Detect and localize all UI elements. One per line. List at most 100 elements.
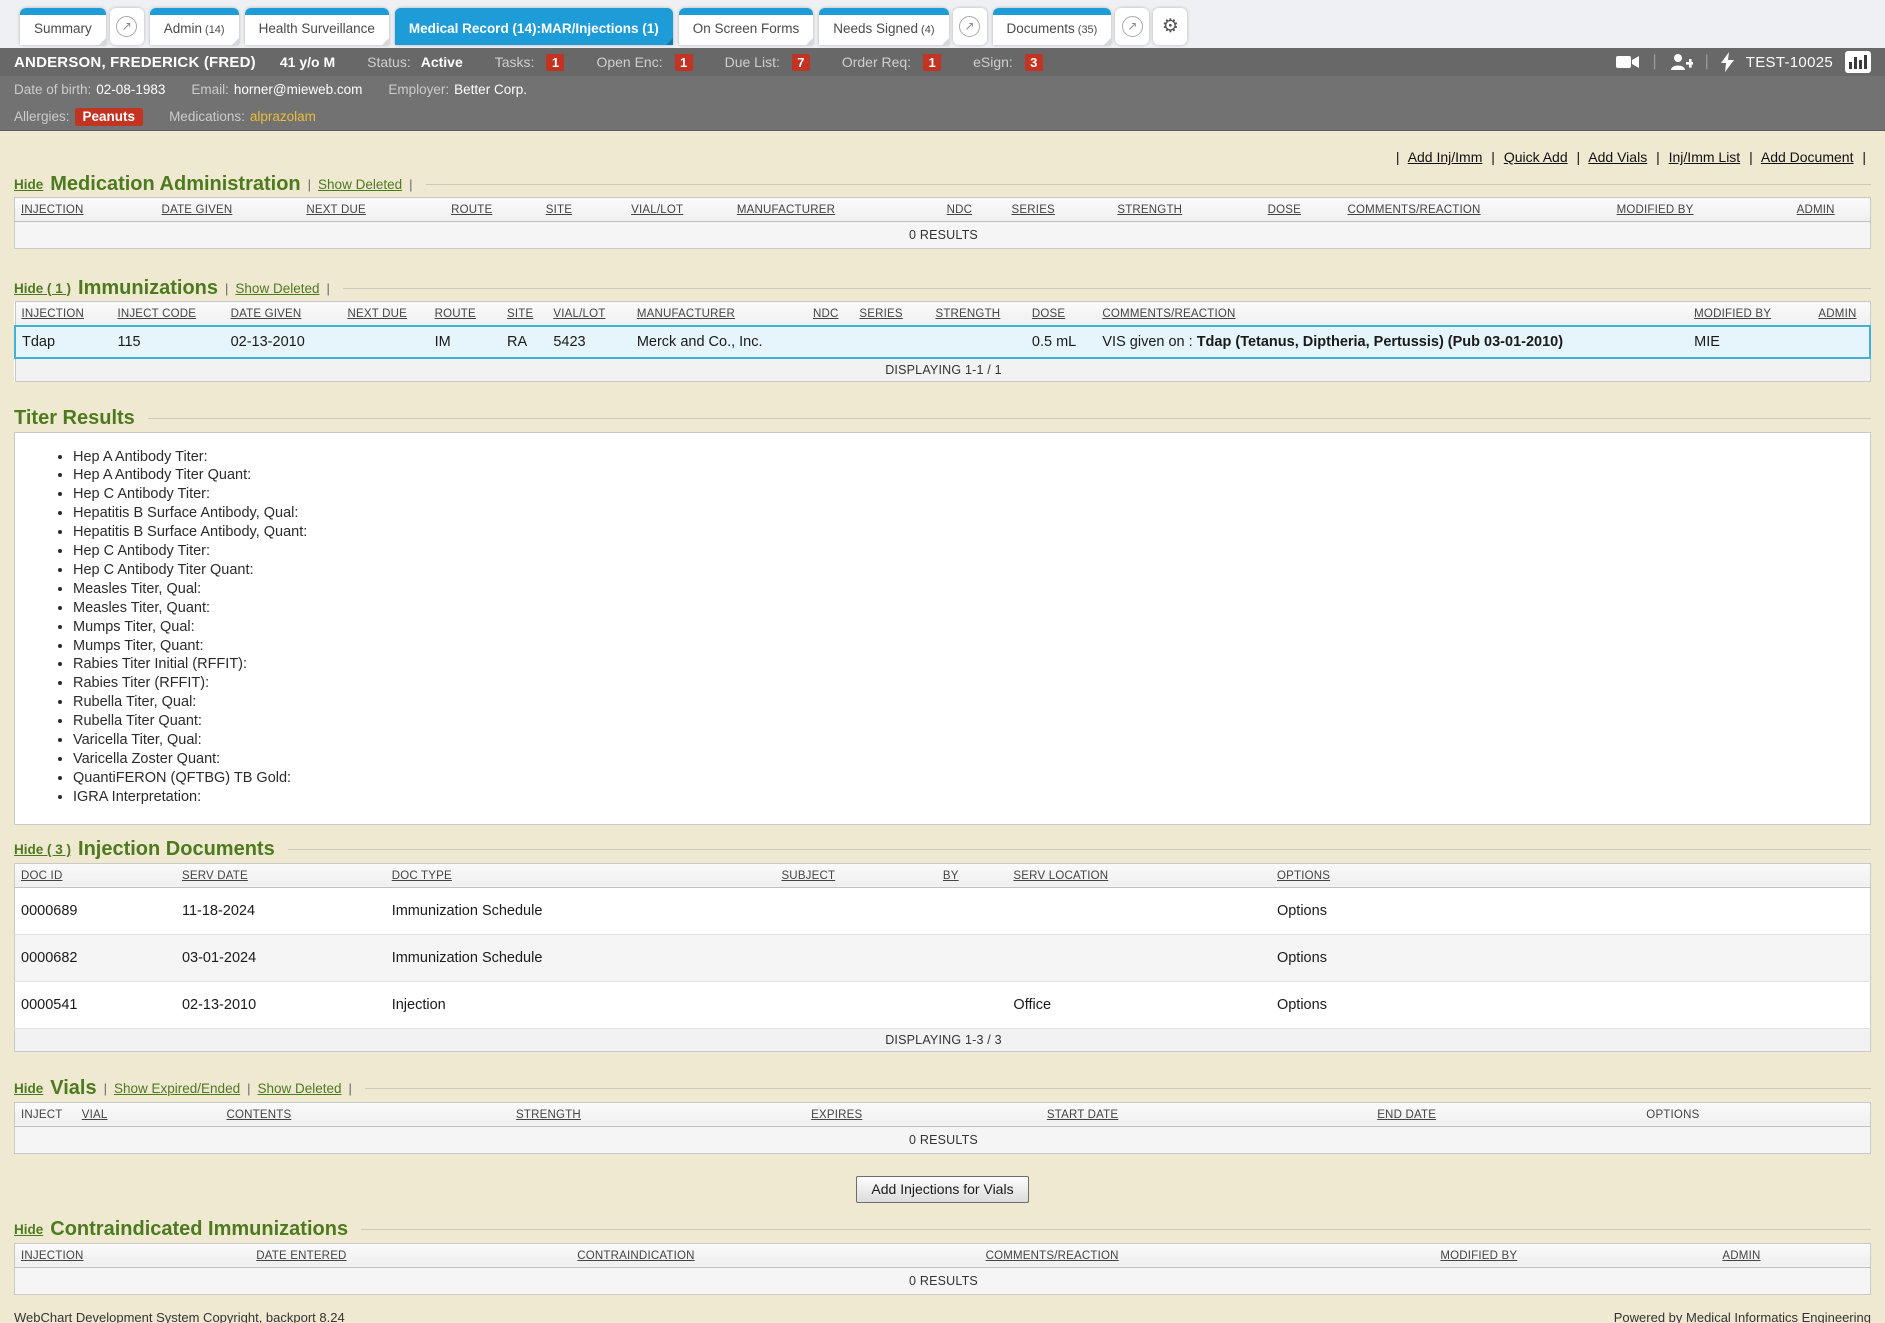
tasks-badge[interactable]: 1 (546, 54, 564, 71)
cell-strength (929, 326, 1025, 358)
gear-icon: ⚙ (1162, 17, 1179, 36)
column-header[interactable]: ROUTE (451, 204, 492, 216)
options-menu[interactable]: Options (1277, 997, 1327, 1013)
column-header[interactable]: END DATE (1377, 1109, 1436, 1121)
needs-signed-popout-button[interactable]: ↗ (953, 8, 987, 45)
add-person-icon[interactable] (1669, 53, 1693, 71)
column-header[interactable]: EXPIRES (811, 1109, 862, 1121)
due-list-badge[interactable]: 7 (792, 54, 810, 71)
column-header[interactable]: SITE (507, 308, 533, 320)
column-header[interactable]: MANUFACTURER (637, 308, 735, 320)
column-header[interactable]: ROUTE (435, 308, 476, 320)
allergy-badge[interactable]: Peanuts (75, 108, 144, 126)
column-header[interactable]: COMMENTS/REACTION (986, 1250, 1119, 1262)
column-header[interactable]: MODIFIED BY (1694, 308, 1771, 320)
inj-imm-list-link[interactable]: Inj/Imm List (1669, 149, 1741, 165)
column-header[interactable]: SITE (546, 204, 572, 216)
show-deleted-link[interactable]: Show Deleted (235, 281, 319, 296)
medications-value[interactable]: alprazolam (250, 109, 316, 124)
add-inj-imm-link[interactable]: Add Inj/Imm (1408, 149, 1483, 165)
column-header[interactable]: INJECTION (22, 308, 85, 320)
tab-needs-signed[interactable]: Needs Signed(4) (819, 8, 948, 45)
column-header[interactable]: STRENGTH (935, 308, 1000, 320)
hide-vials-link[interactable]: Hide (14, 1081, 43, 1096)
column-header[interactable]: ADMIN (1818, 308, 1856, 320)
document-row[interactable]: 0000689 11-18-2024 Immunization Schedule… (15, 887, 1871, 934)
column-header[interactable]: INJECT CODE (117, 308, 196, 320)
column-header[interactable]: DATE GIVEN (162, 204, 233, 216)
add-vials-link[interactable]: Add Vials (1588, 149, 1647, 165)
column-header[interactable]: NDC (947, 204, 973, 216)
column-header[interactable]: MODIFIED BY (1440, 1250, 1517, 1262)
column-header[interactable]: MANUFACTURER (737, 204, 835, 216)
column-header[interactable]: MODIFIED BY (1617, 204, 1694, 216)
summary-popout-button[interactable]: ↗ (110, 8, 144, 45)
column-header[interactable]: STRENGTH (1117, 204, 1182, 216)
document-row[interactable]: 0000541 02-13-2010 Injection Office Opti… (15, 981, 1871, 1028)
documents-popout-button[interactable]: ↗ (1115, 8, 1149, 45)
quick-add-link[interactable]: Quick Add (1504, 149, 1568, 165)
order-req-badge[interactable]: 1 (923, 54, 941, 71)
immunization-row-tdap[interactable]: Tdap 115 02-13-2010 IM RA 5423 Merck and… (15, 326, 1870, 358)
titer-item: QuantiFERON (QFTBG) TB Gold: (73, 769, 1860, 788)
column-header[interactable]: SERV DATE (182, 870, 248, 882)
tab-health-surveillance[interactable]: Health Surveillance (245, 8, 389, 45)
add-document-link[interactable]: Add Document (1761, 149, 1854, 165)
column-header[interactable]: CONTENTS (227, 1109, 292, 1121)
flowsheet-chart-icon[interactable] (1845, 51, 1871, 73)
open-enc-badge[interactable]: 1 (675, 54, 693, 71)
column-header[interactable]: CONTRAINDICATION (577, 1250, 694, 1262)
column-header[interactable]: SERIES (1012, 204, 1055, 216)
column-header[interactable]: VIAL (82, 1109, 108, 1121)
column-header[interactable]: SERV LOCATION (1013, 870, 1108, 882)
column-header[interactable]: NEXT DUE (306, 204, 366, 216)
tab-on-screen-forms[interactable]: On Screen Forms (679, 8, 814, 45)
tab-admin[interactable]: Admin(14) (150, 8, 239, 45)
show-deleted-link[interactable]: Show Deleted (318, 177, 402, 192)
tab-summary[interactable]: Summary (20, 8, 106, 45)
titer-item: IGRA Interpretation: (73, 788, 1860, 807)
cell-doc-id: 0000541 (15, 981, 176, 1028)
column-header[interactable]: INJECTION (21, 1250, 84, 1262)
column-header[interactable]: DOC TYPE (392, 870, 452, 882)
column-header[interactable]: VIAL/LOT (553, 308, 605, 320)
lightning-icon[interactable] (1721, 52, 1734, 72)
column-header[interactable]: DATE GIVEN (231, 308, 302, 320)
options-menu[interactable]: Options (1277, 903, 1327, 919)
column-header[interactable]: SUBJECT (781, 870, 835, 882)
add-injections-for-vials-button[interactable]: Add Injections for Vials (856, 1176, 1028, 1203)
column-header[interactable]: START DATE (1047, 1109, 1118, 1121)
column-header[interactable]: COMMENTS/REACTION (1102, 308, 1235, 320)
esign-badge[interactable]: 3 (1025, 54, 1043, 71)
tab-settings-button[interactable]: ⚙ (1153, 8, 1187, 45)
column-header[interactable]: DOC ID (21, 870, 62, 882)
video-camera-icon[interactable] (1616, 54, 1640, 70)
column-header[interactable]: COMMENTS/REACTION (1347, 204, 1480, 216)
section-title: Injection Documents (78, 838, 275, 861)
column-header[interactable]: DATE ENTERED (256, 1250, 346, 1262)
column-header[interactable]: BY (943, 870, 959, 882)
document-row[interactable]: 0000682 03-01-2024 Immunization Schedule… (15, 934, 1871, 981)
column-header[interactable]: DOSE (1032, 308, 1065, 320)
column-header[interactable]: ADMIN (1722, 1250, 1760, 1262)
titer-list: Hep A Antibody Titer: Hep A Antibody Tit… (73, 448, 1860, 807)
column-header[interactable]: STRENGTH (516, 1109, 581, 1121)
hide-medication-administration-link[interactable]: Hide (14, 177, 43, 192)
column-header[interactable]: ADMIN (1797, 204, 1835, 216)
hide-immunizations-link[interactable]: Hide ( 1 ) (14, 281, 71, 296)
hide-injection-documents-link[interactable]: Hide ( 3 ) (14, 842, 71, 857)
options-menu[interactable]: Options (1277, 950, 1327, 966)
column-header[interactable]: NDC (813, 308, 839, 320)
column-header[interactable]: DOSE (1268, 204, 1301, 216)
column-header[interactable]: VIAL/LOT (631, 204, 683, 216)
hide-contraindicated-link[interactable]: Hide (14, 1222, 43, 1237)
column-header[interactable]: NEXT DUE (347, 308, 407, 320)
show-expired-ended-link[interactable]: Show Expired/Ended (114, 1081, 240, 1096)
tab-medical-record-active[interactable]: Medical Record (14):MAR/Injections (1) (395, 8, 673, 45)
column-header[interactable]: INJECTION (21, 204, 84, 216)
tab-documents[interactable]: Documents(35) (993, 8, 1112, 45)
separator: | (1652, 53, 1656, 71)
column-header[interactable]: OPTIONS (1277, 870, 1330, 882)
show-deleted-link[interactable]: Show Deleted (257, 1081, 341, 1096)
column-header[interactable]: SERIES (859, 308, 902, 320)
